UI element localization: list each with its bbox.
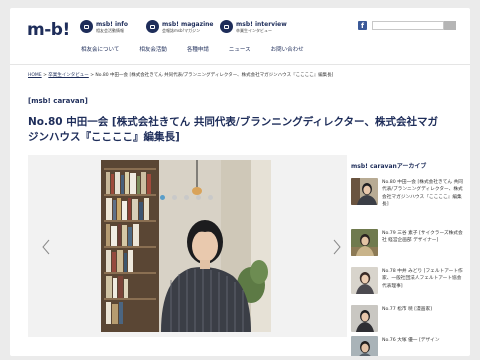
- archive-caption: No.77 松市 暁 [漫画家]: [382, 307, 432, 312]
- page: m-b! msb! info 相友会活動情報 msb! magazine 会報誌…: [10, 8, 470, 356]
- slider-dot[interactable]: [196, 195, 201, 200]
- nav-msb-info-title: msb! info: [96, 20, 129, 28]
- archive-thumbnail: [351, 178, 378, 205]
- breadcrumb-current: > No.80 中田一会 [株式会社きてん 共同代表/ブランニングディレクター、…: [88, 73, 334, 78]
- main-nav-activities[interactable]: 相友会活動: [139, 45, 167, 53]
- archive-thumbnail: [351, 336, 378, 356]
- category-label: [msb! caravan]: [28, 97, 88, 105]
- archive-caption: No.78 中井 みどり [フェルトアート作家、一般社団法人フェルトアート協会代…: [382, 269, 463, 289]
- sidebar-heading: msb! caravanアーカイブ: [351, 163, 427, 170]
- main-nav-applications[interactable]: 各種申請: [187, 45, 209, 53]
- nav-msb-interview-title: msb! interview: [236, 20, 287, 28]
- nav-msb-magazine-title: msb! magazine: [162, 20, 214, 28]
- interview-icon: [220, 20, 233, 33]
- search-button[interactable]: [444, 21, 456, 30]
- nav-msb-info[interactable]: msb! info 相友会活動情報: [80, 20, 128, 33]
- nav-msb-magazine[interactable]: msb! magazine 会報誌msb!マガジン: [146, 20, 213, 33]
- archive-thumbnail: [351, 267, 378, 294]
- archive-item[interactable]: No.78 中井 みどり [フェルトアート作家、一般社団法人フェルトアート協会代…: [351, 267, 467, 301]
- archive-thumbnail: [351, 305, 378, 332]
- main-nav-contact[interactable]: お問い合わせ: [271, 45, 304, 53]
- archive-item[interactable]: No.80 中田一会 [株式会社きてん 共同代表/ブランニングディレクター、株式…: [351, 178, 467, 212]
- chevron-left-icon[interactable]: [42, 239, 50, 255]
- header-divider: [10, 64, 470, 65]
- interview-photo: [101, 160, 271, 332]
- main-nav: 相友会について 相友会活動 各種申請 ニュース お問い合わせ: [81, 45, 324, 53]
- page-title: No.80 中田一会 [株式会社きてん 共同代表/ブランニングディレクター、株式…: [28, 116, 438, 143]
- breadcrumb-interviews[interactable]: 卒業生インタビュー: [48, 73, 89, 78]
- main-nav-about[interactable]: 相友会について: [81, 45, 119, 53]
- nav-msb-interview-subtitle: 卒業生インタビュー: [236, 27, 272, 33]
- archive-item[interactable]: No.76 大塚 優一 [デザイン: [351, 336, 467, 356]
- info-icon: [80, 20, 93, 33]
- facebook-icon[interactable]: f: [358, 21, 367, 30]
- image-slider: [28, 155, 347, 337]
- nav-msb-info-subtitle: 相友会活動情報: [96, 27, 124, 33]
- slider-dot[interactable]: [160, 195, 165, 200]
- breadcrumb-home[interactable]: HOME: [28, 73, 42, 78]
- slider-dot[interactable]: [172, 195, 177, 200]
- archive-caption: No.76 大塚 優一 [デザイン: [382, 338, 440, 343]
- archive-caption: No.80 中田一会 [株式会社きてん 共同代表/ブランニングディレクター、株式…: [382, 180, 463, 208]
- archive-caption: No.79 三谷 素子 [サイクラーズ株式会社 経営企画部 デザイナー]: [382, 231, 463, 244]
- slider-dot[interactable]: [208, 195, 213, 200]
- nav-msb-magazine-subtitle: 会報誌msb!マガジン: [162, 27, 201, 33]
- search-input[interactable]: [372, 21, 444, 30]
- archive-thumbnail: [351, 229, 378, 256]
- archive-item[interactable]: No.77 松市 暁 [漫画家]: [351, 305, 467, 339]
- chevron-right-icon[interactable]: [333, 239, 341, 255]
- site-logo[interactable]: m-b!: [27, 20, 70, 40]
- magazine-icon: [146, 20, 159, 33]
- slider-dots: [160, 195, 220, 200]
- slider-dot[interactable]: [184, 195, 189, 200]
- archive-item[interactable]: No.79 三谷 素子 [サイクラーズ株式会社 経営企画部 デザイナー]: [351, 229, 467, 263]
- nav-msb-interview[interactable]: msb! interview 卒業生インタビュー: [220, 20, 287, 33]
- breadcrumb: HOME > 卒業生インタビュー > No.80 中田一会 [株式会社きてん 共…: [28, 72, 333, 78]
- main-nav-news[interactable]: ニュース: [229, 45, 251, 53]
